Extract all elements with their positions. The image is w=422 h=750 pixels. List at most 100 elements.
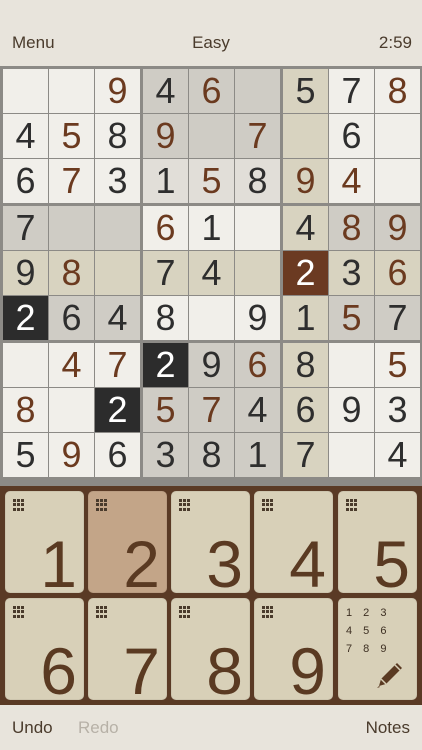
number-key-5[interactable]: 5 xyxy=(338,491,417,597)
grid-icon xyxy=(262,606,274,618)
board-cell[interactable]: 5 xyxy=(143,388,188,432)
board-cell[interactable]: 4 xyxy=(49,343,94,387)
notes-button[interactable]: Notes xyxy=(366,718,410,738)
board-cell[interactable]: 4 xyxy=(235,388,280,432)
board-cell[interactable]: 6 xyxy=(283,388,328,432)
board-cell[interactable]: 6 xyxy=(329,114,374,158)
number-key-1[interactable]: 1 xyxy=(5,491,84,597)
number-key-3[interactable]: 3 xyxy=(171,491,250,597)
board-cell[interactable]: 2 xyxy=(283,251,328,295)
board-cell[interactable]: 9 xyxy=(375,206,420,250)
board-cell[interactable]: 8 xyxy=(375,69,420,113)
grid-icon xyxy=(13,499,25,511)
board-cell[interactable]: 5 xyxy=(329,296,374,340)
board-cell[interactable]: 6 xyxy=(235,343,280,387)
board-cell[interactable]: 9 xyxy=(49,433,94,477)
number-key-9[interactable]: 9 xyxy=(254,598,333,704)
board-cell[interactable] xyxy=(3,343,48,387)
board-cell[interactable]: 4 xyxy=(283,206,328,250)
board-cell[interactable]: 6 xyxy=(189,69,234,113)
board-cell[interactable]: 4 xyxy=(375,433,420,477)
board-cell[interactable]: 9 xyxy=(329,388,374,432)
board-cell[interactable]: 4 xyxy=(95,296,140,340)
number-key-6[interactable]: 6 xyxy=(5,598,84,704)
board-cell[interactable]: 1 xyxy=(189,206,234,250)
difficulty-label: Easy xyxy=(192,33,230,52)
board-cell[interactable] xyxy=(329,433,374,477)
board-cell[interactable]: 8 xyxy=(329,206,374,250)
number-key-label: 8 xyxy=(206,634,243,708)
board-cell[interactable]: 5 xyxy=(283,69,328,113)
board-cell[interactable]: 3 xyxy=(375,388,420,432)
board-cell[interactable]: 5 xyxy=(3,433,48,477)
board-cell[interactable]: 2 xyxy=(143,343,188,387)
board-cell[interactable]: 4 xyxy=(143,69,188,113)
board-cell[interactable]: 1 xyxy=(143,159,188,203)
board-cell[interactable]: 1 xyxy=(235,433,280,477)
redo-button[interactable]: Redo xyxy=(78,718,119,738)
board-cell[interactable]: 7 xyxy=(189,388,234,432)
board-cell[interactable]: 6 xyxy=(95,433,140,477)
board-cell[interactable] xyxy=(49,388,94,432)
number-key-label: 5 xyxy=(373,527,410,601)
board-cell[interactable]: 7 xyxy=(3,206,48,250)
board-cell[interactable] xyxy=(235,69,280,113)
board-cell[interactable]: 9 xyxy=(3,251,48,295)
board-cell[interactable]: 8 xyxy=(143,296,188,340)
board-cell[interactable] xyxy=(375,159,420,203)
board-cell[interactable]: 4 xyxy=(189,251,234,295)
number-key-4[interactable]: 4 xyxy=(254,491,333,597)
board-cell[interactable]: 8 xyxy=(235,159,280,203)
board-cell[interactable]: 9 xyxy=(189,343,234,387)
board-cell[interactable] xyxy=(283,114,328,158)
board-cell[interactable]: 8 xyxy=(3,388,48,432)
board-cell[interactable]: 4 xyxy=(3,114,48,158)
board-cell[interactable]: 1 xyxy=(283,296,328,340)
board-cell[interactable]: 8 xyxy=(95,114,140,158)
board-cell[interactable] xyxy=(49,206,94,250)
board-cell[interactable] xyxy=(235,206,280,250)
board-cell[interactable]: 8 xyxy=(49,251,94,295)
board-cell[interactable]: 9 xyxy=(95,69,140,113)
number-key-2[interactable]: 2 xyxy=(88,491,167,597)
board-cell[interactable]: 5 xyxy=(49,114,94,158)
board-cell[interactable] xyxy=(189,296,234,340)
notes-mode-key[interactable]: 1 2 3 4 5 6 7 8 9 xyxy=(338,598,417,700)
board-cell[interactable]: 9 xyxy=(143,114,188,158)
board-cell[interactable]: 7 xyxy=(283,433,328,477)
grid-icon xyxy=(96,499,108,511)
board-cell[interactable] xyxy=(189,114,234,158)
board-cell[interactable]: 5 xyxy=(375,343,420,387)
board-cell[interactable]: 6 xyxy=(375,251,420,295)
board-cell[interactable]: 9 xyxy=(283,159,328,203)
board-cell[interactable] xyxy=(329,343,374,387)
board-cell[interactable]: 8 xyxy=(283,343,328,387)
board-cell[interactable]: 6 xyxy=(49,296,94,340)
board-cell[interactable] xyxy=(49,69,94,113)
board-cell[interactable]: 5 xyxy=(189,159,234,203)
board-cell[interactable]: 7 xyxy=(375,296,420,340)
board-cell[interactable]: 9 xyxy=(235,296,280,340)
undo-button[interactable]: Undo xyxy=(12,718,53,738)
board-cell[interactable]: 7 xyxy=(143,251,188,295)
board-cell[interactable] xyxy=(95,251,140,295)
board-cell[interactable] xyxy=(375,114,420,158)
board-cell[interactable]: 2 xyxy=(3,296,48,340)
board-cell[interactable] xyxy=(235,251,280,295)
board-cell[interactable]: 6 xyxy=(143,206,188,250)
board-cell[interactable]: 7 xyxy=(235,114,280,158)
board-cell[interactable]: 7 xyxy=(329,69,374,113)
board-cell[interactable] xyxy=(95,206,140,250)
board-cell[interactable]: 2 xyxy=(95,388,140,432)
board-cell[interactable]: 6 xyxy=(3,159,48,203)
number-key-7[interactable]: 7 xyxy=(88,598,167,704)
board-cell[interactable]: 4 xyxy=(329,159,374,203)
board-cell[interactable]: 3 xyxy=(329,251,374,295)
board-cell[interactable] xyxy=(3,69,48,113)
board-cell[interactable]: 3 xyxy=(143,433,188,477)
number-key-8[interactable]: 8 xyxy=(171,598,250,704)
board-cell[interactable]: 7 xyxy=(49,159,94,203)
board-cell[interactable]: 8 xyxy=(189,433,234,477)
board-cell[interactable]: 3 xyxy=(95,159,140,203)
board-cell[interactable]: 7 xyxy=(95,343,140,387)
